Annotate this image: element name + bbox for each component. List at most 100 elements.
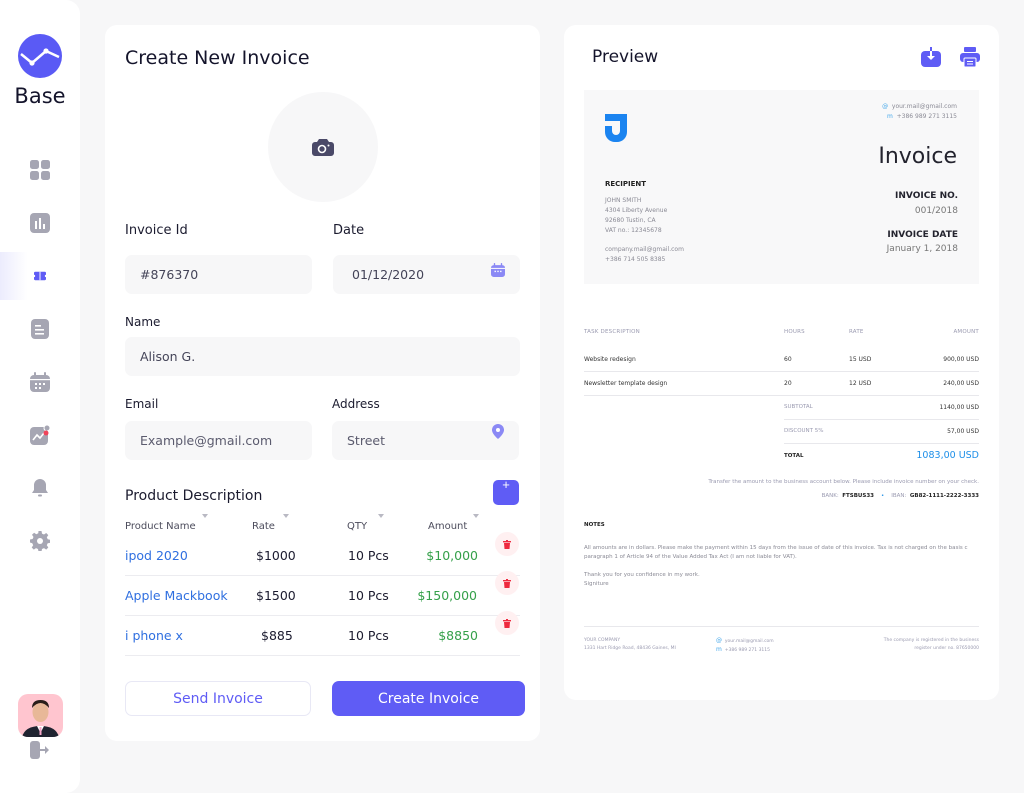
task-rate: 15 USD [849,356,872,363]
invoice-id-value: #876370 [140,267,199,282]
address-placeholder: Street [347,433,385,448]
bank-label: BANK: [821,493,839,499]
send-invoice-button[interactable]: Send Invoice [125,681,311,716]
name-value: Alison G. [140,349,196,364]
calendar-icon [30,372,50,392]
logout-icon[interactable] [30,741,50,759]
subtotal-value: 1140,00 USD [939,404,979,411]
date-label: Date [333,223,365,238]
iban-value: GB82-1111-2222-3333 [909,493,979,499]
user-avatar[interactable] [18,694,63,737]
invoice-id-input[interactable]: #876370 [125,255,312,294]
column-header-rate[interactable]: Rate [252,521,275,532]
sidebar-item-analytics[interactable] [0,199,80,247]
trash-icon [503,539,511,549]
company-logo-icon [605,114,627,142]
create-invoice-button[interactable]: Create Invoice [332,681,525,716]
email-label: Email [125,397,159,411]
notes-line: All amounts are in dollars. Please make … [584,545,968,551]
footer-company-address: 1331 Hart Ridge Road, 48436 Gaines, MI [584,646,676,651]
task-description: Newsletter template design [584,380,668,387]
product-amount: $10,000 [426,548,478,563]
product-rate: $1500 [256,588,296,603]
print-icon[interactable] [960,47,980,67]
logo-upload[interactable] [268,92,378,202]
preview-card: Preview @ your.mail@gmail.com m +386 989… [564,25,999,700]
logo-icon[interactable] [18,34,62,78]
contact-phone: +386 989 271 3115 [896,113,957,120]
grid-icon [30,160,50,180]
delete-product-button[interactable] [495,571,519,595]
sidebar-item-dashboard[interactable] [0,146,80,194]
product-rate: $1000 [256,548,296,563]
recipient-street: 4304 Liberty Avenue [605,207,668,214]
recipient-email: company.mail@gmail.com [605,246,684,253]
footer-email: your.mail@gmail.com [724,639,774,644]
divider [784,419,979,420]
footer-contact: @ your.mail@gmail.com m +386 989 271 311… [716,637,774,655]
date-input[interactable]: 01/12/2020 [333,255,520,294]
contact-email: your.mail@gmail.com [891,103,957,110]
task-amount: 240,00 USD [943,380,979,387]
sidebar-item-notifications[interactable] [0,464,80,512]
sidebar-item-reports[interactable] [0,411,80,459]
column-header-amount[interactable]: Amount [428,521,467,532]
recipient-name: JOHN SMITH [605,197,642,204]
sort-icon[interactable] [202,514,208,518]
footer-company: YOUR COMPANY 1331 Hart Ridge Road, 48436… [584,637,676,653]
invoice-date-value: January 1, 2018 [886,244,958,254]
sort-icon[interactable] [283,514,289,518]
product-name[interactable]: Apple Mackbook [125,588,228,603]
sort-icon[interactable] [378,514,384,518]
address-label: Address [332,397,380,411]
download-icon[interactable] [921,47,941,67]
header-task-description: TASK DESCRIPTION [584,329,640,335]
sidebar: Base [0,0,80,793]
column-header-product-name[interactable]: Product Name [125,521,196,532]
task-hours: 20 [784,380,792,387]
name-input[interactable]: Alison G. [125,337,520,376]
document-icon [31,319,49,339]
address-input[interactable]: Street [332,421,519,460]
divider [784,443,979,444]
invoice-no-value: 001/2018 [914,206,958,216]
header-hours: HOURS [784,329,805,335]
create-invoice-card: Create New Invoice Invoice Id #876370 Da… [105,25,540,741]
email-placeholder: Example@gmail.com [140,433,273,448]
bank-details: BANK: FTSBUS33 • IBAN: GB82-1111-2222-33… [822,491,979,501]
footer-company-name: YOUR COMPANY [584,638,621,643]
email-icon: @ [882,103,889,110]
recipient-vat: VAT no.: 12345678 [605,227,662,234]
recipient-phone: +386 714 505 8385 [605,256,666,263]
product-name[interactable]: i phone x [125,628,183,643]
add-product-button[interactable]: + [493,478,519,505]
name-label: Name [125,315,161,329]
sidebar-item-invoices[interactable] [0,252,46,300]
sidebar-item-settings[interactable] [0,517,80,565]
date-value: 01/12/2020 [352,267,425,282]
trend-chart-icon [30,425,50,445]
calendar-icon[interactable] [491,263,505,277]
product-qty: 10 Pcs [348,548,389,563]
separator-dot: • [880,493,885,499]
email-input[interactable]: Example@gmail.com [125,421,312,460]
location-pin-icon [492,424,504,439]
sort-icon[interactable] [473,514,479,518]
sidebar-item-documents[interactable] [0,305,80,353]
task-rate: 12 USD [849,380,872,387]
sidebar-item-calendar[interactable] [0,358,80,406]
notes-body: All amounts are in dollars. Please make … [584,544,979,589]
subtotal-label: SUBTOTAL [784,404,813,410]
recipient-heading: RECIPIENT [605,180,647,188]
footer-phone: +386 989 271 3115 [724,648,771,653]
total-value: 1083,00 USD [916,450,979,461]
product-name[interactable]: ipod 2020 [125,548,188,563]
column-header-qty[interactable]: QTY [347,521,367,532]
product-qty: 10 Pcs [348,588,389,603]
notes-heading: NOTES [584,522,605,528]
delete-product-button[interactable] [495,611,519,635]
task-amount: 900,00 USD [943,356,979,363]
iban-label: IBAN: [891,493,907,499]
delete-product-button[interactable] [495,532,519,556]
invoice-doc-title: Invoice [878,144,957,169]
